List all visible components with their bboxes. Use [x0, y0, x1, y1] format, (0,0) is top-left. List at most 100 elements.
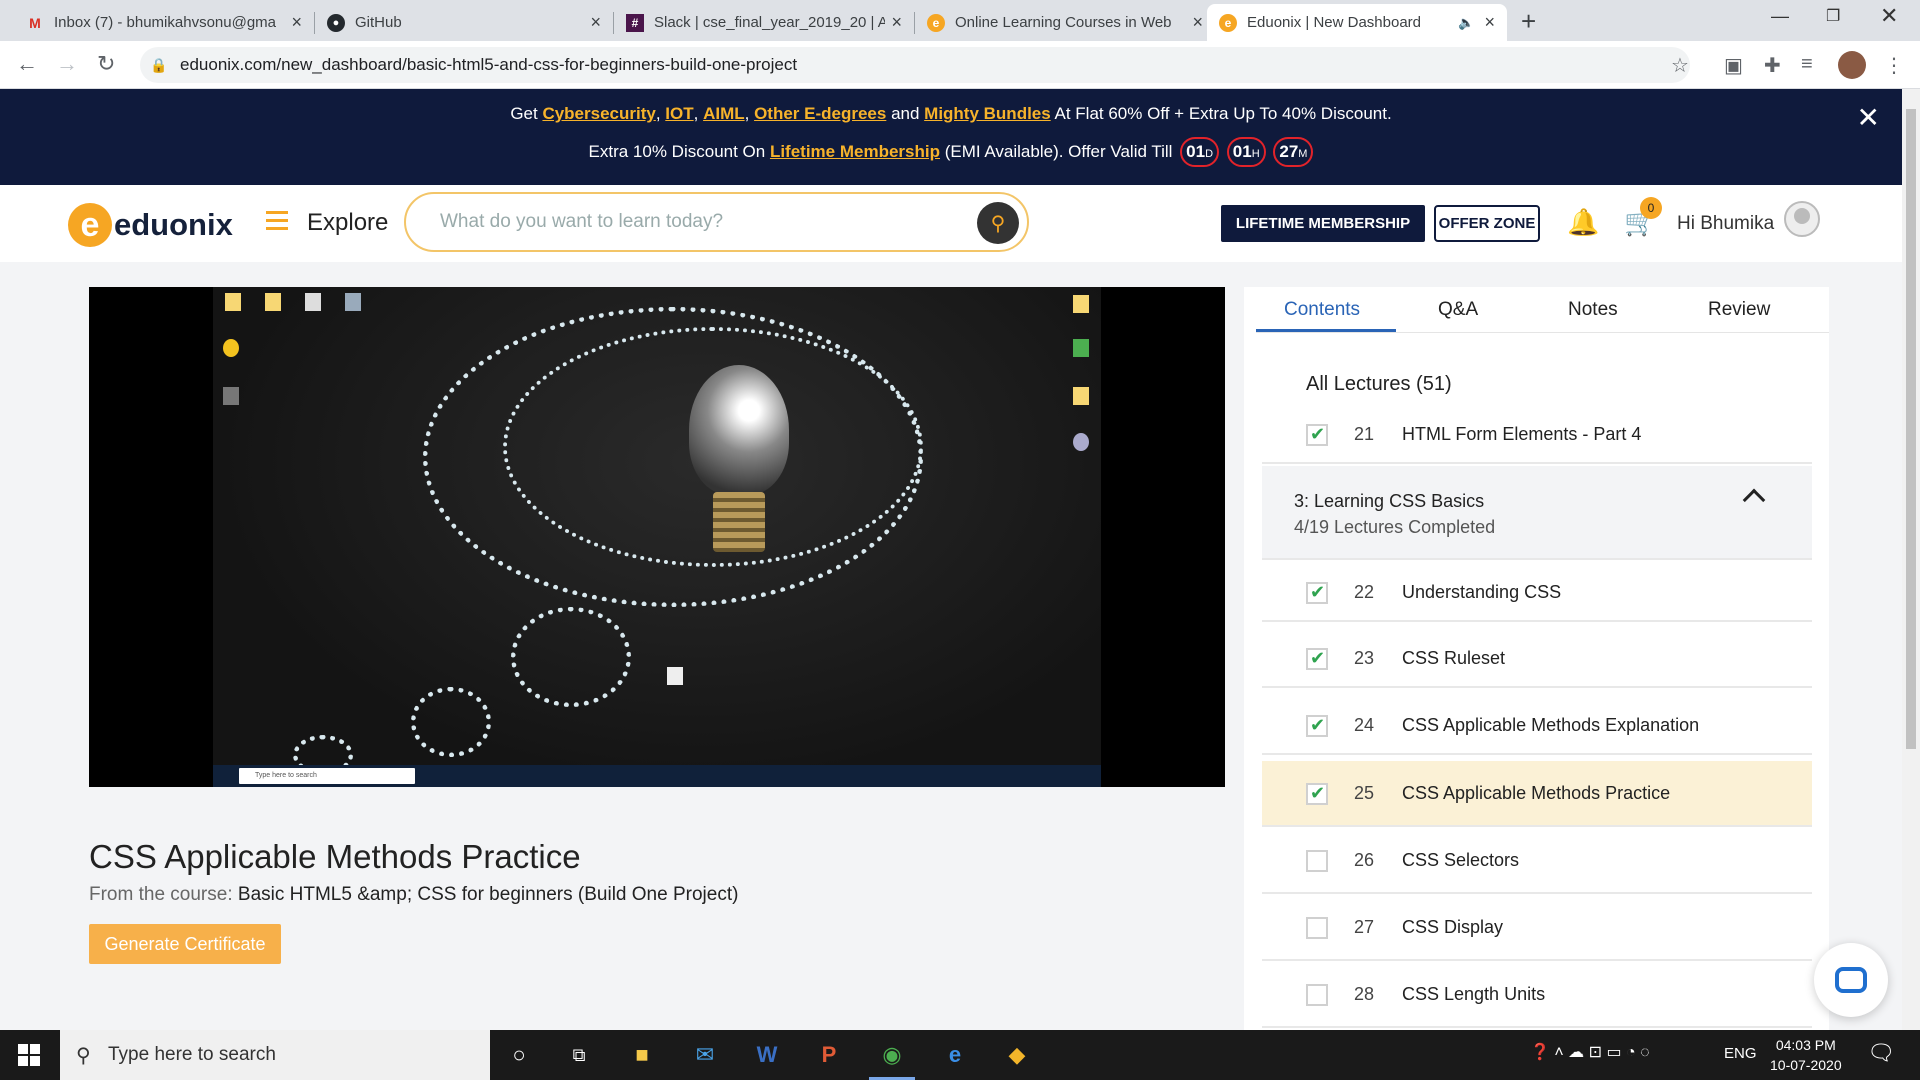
tab-notes[interactable]: Notes [1568, 299, 1618, 321]
menu-icon[interactable]: ⋮ [1884, 53, 1904, 78]
lecture-name: CSS Selectors [1402, 850, 1520, 870]
mail-icon[interactable]: ✉ [688, 1039, 722, 1071]
completed-checkbox[interactable] [1306, 850, 1328, 872]
lecture-row-current[interactable]: 25 CSS Applicable Methods Practice [1262, 761, 1812, 827]
minimize-button[interactable]: — [1771, 6, 1789, 27]
tab-contents[interactable]: Contents [1284, 299, 1360, 321]
completed-checkbox[interactable] [1306, 582, 1328, 604]
hamburger-icon[interactable] [266, 211, 288, 235]
windows-start-icon[interactable] [18, 1044, 40, 1066]
tab-eduonix-courses[interactable]: e Online Learning Courses in Web × [915, 4, 1215, 41]
task-view-icon[interactable]: ⧉ [562, 1039, 596, 1071]
eduonix-logo[interactable]: e eduonix [68, 203, 233, 247]
tab-github[interactable]: ● GitHub × [315, 4, 613, 41]
profile-avatar[interactable] [1838, 51, 1866, 79]
section-progress: 4/19 Lectures Completed [1294, 517, 1496, 537]
file-icon [305, 293, 321, 311]
video-player[interactable]: Type here to search [89, 287, 1225, 787]
search-input[interactable]: What do you want to learn today? ⚲ [404, 192, 1029, 252]
close-icon[interactable]: ✕ [1857, 101, 1880, 134]
lifetime-membership-button[interactable]: LIFETIME MEMBERSHIP [1221, 205, 1425, 242]
generate-certificate-button[interactable]: Generate Certificate [89, 924, 281, 964]
close-window-button[interactable]: ✕ [1880, 3, 1898, 29]
course-name[interactable]: Basic HTML5 &amp; CSS for beginners (Bui… [238, 884, 739, 905]
eduonix-icon: e [1219, 13, 1237, 32]
video-taskbar-search: Type here to search [239, 768, 415, 784]
lecture-row[interactable]: 21 HTML Form Elements - Part 4 [1262, 404, 1812, 464]
promo-link-cybersecurity[interactable]: Cybersecurity [542, 104, 655, 123]
url-field[interactable]: eduonix.com/new_dashboard/basic-html5-an… [140, 47, 1690, 83]
star-icon[interactable]: ☆ [1671, 53, 1689, 78]
completed-checkbox[interactable] [1306, 424, 1328, 446]
word-icon[interactable]: W [750, 1039, 784, 1071]
promo-link-lifetime[interactable]: Lifetime Membership [770, 142, 940, 161]
promo-link-edegrees[interactable]: Other E-degrees [754, 104, 886, 123]
restore-button[interactable]: ❐ [1826, 6, 1840, 26]
bell-icon[interactable]: 🔔 [1567, 207, 1599, 238]
tab-eduonix-dashboard[interactable]: e Eduonix | New Dashboard 🔈 × [1207, 4, 1507, 41]
section-header[interactable]: 3: Learning CSS Basics 4/19 Lectures Com… [1262, 466, 1812, 560]
completed-checkbox[interactable] [1306, 783, 1328, 805]
clock[interactable]: 04:03 PM 10-07-2020 [1770, 1035, 1842, 1075]
lecture-row[interactable]: 22 Understanding CSS [1262, 562, 1812, 622]
user-greeting[interactable]: Hi Bhumika [1677, 213, 1774, 235]
file-explorer-icon[interactable]: ■ [625, 1039, 659, 1071]
close-tab-icon[interactable]: × [1192, 12, 1203, 33]
address-bar: ← → ↻ eduonix.com/new_dashboard/basic-ht… [0, 41, 1920, 89]
folder-icon [225, 293, 241, 311]
page-scrollbar[interactable] [1902, 89, 1920, 1030]
promo-link-bundles[interactable]: Mighty Bundles [924, 104, 1051, 123]
powerpoint-icon[interactable]: P [812, 1039, 846, 1071]
chrome-icon[interactable]: ◉ [869, 1039, 915, 1080]
site-header: e eduonix Explore What do you want to le… [0, 185, 1902, 262]
chevron-up-icon[interactable] [1742, 488, 1766, 512]
user-avatar[interactable] [1784, 201, 1820, 237]
lecture-row[interactable]: 23 CSS Ruleset [1262, 628, 1812, 688]
notification-icon[interactable]: 🗨 [1867, 1040, 1895, 1066]
tab-qa[interactable]: Q&A [1438, 299, 1478, 321]
tab-review[interactable]: Review [1708, 299, 1770, 321]
forward-icon[interactable]: → [56, 51, 78, 77]
edge-icon[interactable]: e [938, 1039, 972, 1071]
video-frame: Type here to search [213, 287, 1101, 787]
tab-slack[interactable]: # Slack | cse_final_year_2019_20 | A × [614, 4, 914, 41]
cortana-icon[interactable]: ○ [502, 1039, 536, 1071]
completed-checkbox[interactable] [1306, 984, 1328, 1006]
lecture-row[interactable]: 24 CSS Applicable Methods Explanation [1262, 695, 1812, 755]
completed-checkbox[interactable] [1306, 648, 1328, 670]
chat-widget-button[interactable] [1814, 943, 1888, 1017]
close-tab-icon[interactable]: × [891, 12, 902, 33]
close-tab-icon[interactable]: × [291, 12, 302, 33]
media-icon[interactable]: ≡ [1801, 53, 1813, 76]
close-tab-icon[interactable]: × [590, 12, 601, 33]
promo-link-aiml[interactable]: AIML [703, 104, 745, 123]
puzzle-icon[interactable]: ✚ [1764, 53, 1781, 78]
new-tab-button[interactable]: + [1521, 6, 1536, 37]
lecture-row[interactable]: 26 CSS Selectors [1262, 828, 1812, 894]
lecture-row[interactable]: 28 CSS Length Units [1262, 962, 1812, 1028]
lock-icon[interactable]: 🔒 [150, 57, 167, 74]
completed-checkbox[interactable] [1306, 715, 1328, 737]
chalk-circle-drawing [511, 607, 631, 707]
search-icon[interactable]: ⚲ [977, 202, 1019, 244]
browser-tab-bar: M Inbox (7) - bhumikahvsonu@gma × ● GitH… [0, 0, 1920, 41]
chalk-circle-drawing [411, 687, 491, 757]
system-tray[interactable]: ❓ ˄ ☁ ⊡ ▭ ◔ ◌ [1530, 1042, 1650, 1062]
promo-link-iot[interactable]: IOT [665, 104, 693, 123]
scrollbar-thumb[interactable] [1906, 109, 1916, 749]
speaker-icon[interactable]: 🔈 [1458, 15, 1474, 31]
back-icon[interactable]: ← [16, 51, 38, 77]
app-icon[interactable]: ◆ [1000, 1039, 1034, 1071]
lecture-name: CSS Ruleset [1402, 648, 1506, 668]
language-indicator[interactable]: ENG [1724, 1045, 1757, 1062]
tab-gmail[interactable]: M Inbox (7) - bhumikahvsonu@gma × [14, 4, 314, 41]
lecture-number: 27 [1354, 917, 1375, 937]
extension-icon[interactable]: ▣ [1724, 53, 1743, 78]
reload-icon[interactable]: ↻ [97, 51, 115, 77]
explore-link[interactable]: Explore [307, 209, 388, 237]
completed-checkbox[interactable] [1306, 917, 1328, 939]
taskbar-search-input[interactable]: ⚲ Type here to search [60, 1030, 490, 1080]
lecture-row[interactable]: 27 CSS Display [1262, 895, 1812, 961]
offer-zone-button[interactable]: OFFER ZONE [1434, 205, 1540, 242]
close-tab-icon[interactable]: × [1484, 12, 1495, 33]
